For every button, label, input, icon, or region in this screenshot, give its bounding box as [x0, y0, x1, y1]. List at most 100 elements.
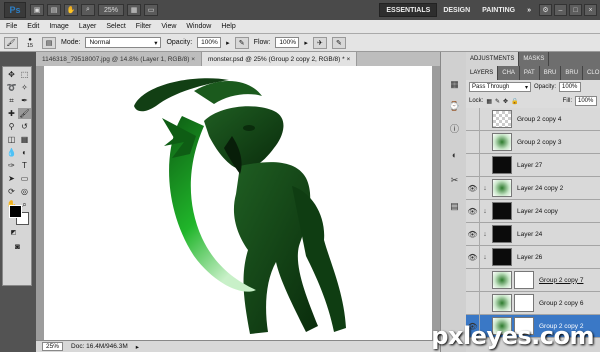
clone-stamp-tool-icon[interactable]: ⚲ [5, 121, 18, 132]
pressure-opacity-icon[interactable]: ✎ [234, 36, 249, 49]
document-canvas[interactable] [44, 66, 432, 340]
notes-panel-icon[interactable]: ▤ [448, 200, 461, 213]
menu-help[interactable]: Help [221, 23, 235, 30]
tab-layers[interactable]: LAYERS [466, 66, 499, 80]
layer-row[interactable]: Group 2 copy 6 [466, 291, 600, 315]
tab-adjustments[interactable]: ADJUSTMENTS [466, 52, 520, 66]
maximize-icon[interactable]: □ [569, 4, 582, 16]
mode-select[interactable]: Normal ▾ [85, 37, 162, 48]
layer-row[interactable]: 👁 ↓ Layer 26 [466, 245, 600, 269]
brush-tool-icon[interactable]: 🖌 [18, 108, 31, 119]
workspace-design[interactable]: DESIGN [437, 3, 476, 17]
layer-row[interactable]: 👁 ↓ Layer 24 copy [466, 199, 600, 223]
visibility-eye-icon[interactable] [466, 268, 480, 292]
lock-position-icon[interactable]: ✥ [503, 98, 508, 105]
3d-rotate-tool-icon[interactable]: ⟳ [5, 186, 18, 197]
tab-jpg-document[interactable]: 1146318_79518007.jpg @ 14.8% (Layer 1, R… [36, 52, 203, 66]
shape-tool-icon[interactable]: ▭ [18, 173, 31, 184]
swatches-panel-icon[interactable]: ▦ [448, 78, 461, 91]
arrange-documents-icon[interactable]: ▦ [127, 4, 141, 16]
eyedropper-tool-icon[interactable]: ✒ [18, 95, 31, 106]
menu-select[interactable]: Select [106, 23, 125, 30]
workspace-essentials[interactable]: ESSENTIALS [379, 3, 438, 17]
default-colors-icon[interactable]: ◩ [7, 227, 20, 238]
clone-source-panel-icon[interactable]: ✂ [448, 174, 461, 187]
eraser-tool-icon[interactable]: ◫ [5, 134, 18, 145]
menu-filter[interactable]: Filter [136, 23, 152, 30]
dodge-tool-icon[interactable]: ◐ [18, 147, 31, 158]
visibility-eye-icon[interactable]: 👁 [466, 176, 480, 200]
visibility-eye-icon[interactable] [466, 130, 480, 154]
menu-file[interactable]: File [6, 23, 17, 30]
visibility-eye-icon[interactable]: 👁 [466, 199, 480, 223]
info-panel-icon[interactable]: ⓘ [448, 122, 461, 135]
layer-row[interactable]: Group 2 copy 3 [466, 130, 600, 154]
blur-tool-icon[interactable]: 💧 [5, 147, 18, 158]
mini-bridge-icon[interactable]: ▤ [47, 4, 61, 16]
tab-paths[interactable]: PAT [520, 66, 540, 80]
healing-brush-tool-icon[interactable]: ✚ [5, 108, 18, 119]
tab-masks[interactable]: MASKS [519, 52, 550, 66]
menu-layer[interactable]: Layer [79, 23, 97, 30]
zoom-level-select[interactable]: 25% [98, 4, 124, 16]
lasso-tool-icon[interactable]: ➰ [5, 82, 18, 93]
zoom-tool-icon[interactable]: ⌕ [81, 4, 95, 16]
pressure-size-icon[interactable]: ✎ [331, 36, 346, 49]
flow-field[interactable]: 100% [275, 37, 300, 48]
visibility-eye-icon[interactable] [466, 291, 480, 315]
visibility-eye-icon[interactable]: 👁 [466, 245, 480, 269]
workspace-painting[interactable]: PAINTING [476, 3, 521, 17]
opacity-dropdown-icon[interactable]: ▸ [226, 39, 230, 47]
lock-all-icon[interactable]: 🔒 [511, 98, 518, 105]
tab-clone-source[interactable]: CLO [583, 66, 600, 80]
flow-dropdown-icon[interactable]: ▸ [304, 39, 308, 47]
tab-channels[interactable]: CHA [498, 66, 520, 80]
visibility-eye-icon[interactable] [466, 153, 480, 177]
document-size-info[interactable]: Doc: 16.4M/946.3M [71, 343, 128, 350]
blend-mode-select[interactable]: Pass Through ▾ [469, 82, 531, 92]
layer-row[interactable]: 👁 ↓ Layer 24 [466, 222, 600, 246]
lock-image-icon[interactable]: ✎ [495, 98, 500, 105]
brush-panel-icon[interactable]: ▤ [42, 36, 56, 49]
brush-size-picker[interactable]: ● 15 [23, 37, 37, 49]
tab-monster-psd[interactable]: monster.psd @ 25% (Group 2 copy 2, RGB/8… [202, 52, 358, 66]
lock-transparency-icon[interactable]: ▦ [486, 98, 492, 105]
more-workspaces-button[interactable]: » [521, 3, 537, 17]
layer-opacity-field[interactable]: 100% [559, 82, 582, 92]
cs-live-icon[interactable]: ⚙ [539, 4, 552, 16]
opacity-field[interactable]: 100% [197, 37, 222, 48]
gradient-tool-icon[interactable]: ▦ [18, 134, 31, 145]
layer-row[interactable]: 👁 ↓ Layer 24 copy 2 [466, 176, 600, 200]
hand-tool-icon[interactable]: ✋ [64, 4, 78, 16]
bridge-icon[interactable]: ▣ [30, 4, 44, 16]
path-selection-tool-icon[interactable]: ➤ [5, 173, 18, 184]
visibility-eye-icon[interactable]: 👁 [466, 222, 480, 246]
layer-mask-thumbnail[interactable] [514, 271, 534, 289]
brush-presets-panel-icon[interactable]: ◐ [448, 148, 461, 161]
tab-brush-presets[interactable]: BRU [561, 66, 584, 80]
menu-window[interactable]: Window [186, 23, 211, 30]
tab-brush[interactable]: BRU [540, 66, 562, 80]
layer-row[interactable]: Layer 27 [466, 153, 600, 177]
menu-image[interactable]: Image [49, 23, 68, 30]
layer-row[interactable]: Group 2 copy 4 [466, 108, 600, 131]
layer-mask-thumbnail[interactable] [514, 294, 534, 312]
layer-row[interactable]: Group 2 copy 7 [466, 268, 600, 292]
screen-mode-icon[interactable]: ▭ [144, 4, 158, 16]
type-tool-icon[interactable]: T [18, 160, 31, 171]
status-menu-icon[interactable]: ▸ [136, 343, 139, 351]
status-zoom-field[interactable]: 25% [42, 342, 64, 351]
history-brush-tool-icon[interactable]: ↺ [18, 121, 31, 132]
close-icon[interactable]: × [584, 4, 597, 16]
visibility-eye-icon[interactable] [466, 108, 480, 131]
menu-view[interactable]: View [161, 23, 176, 30]
airbrush-icon[interactable]: ✈ [312, 36, 327, 49]
pen-tool-icon[interactable]: ✑ [5, 160, 18, 171]
fill-field[interactable]: 100% [575, 96, 597, 106]
foreground-color-swatch[interactable] [9, 205, 22, 218]
quick-select-tool-icon[interactable]: ✧ [18, 82, 31, 93]
brush-preset-icon[interactable]: 🖌 [4, 36, 18, 49]
minimize-icon[interactable]: – [554, 4, 567, 16]
quick-mask-icon[interactable]: ◙ [11, 241, 24, 252]
menu-edit[interactable]: Edit [27, 23, 39, 30]
